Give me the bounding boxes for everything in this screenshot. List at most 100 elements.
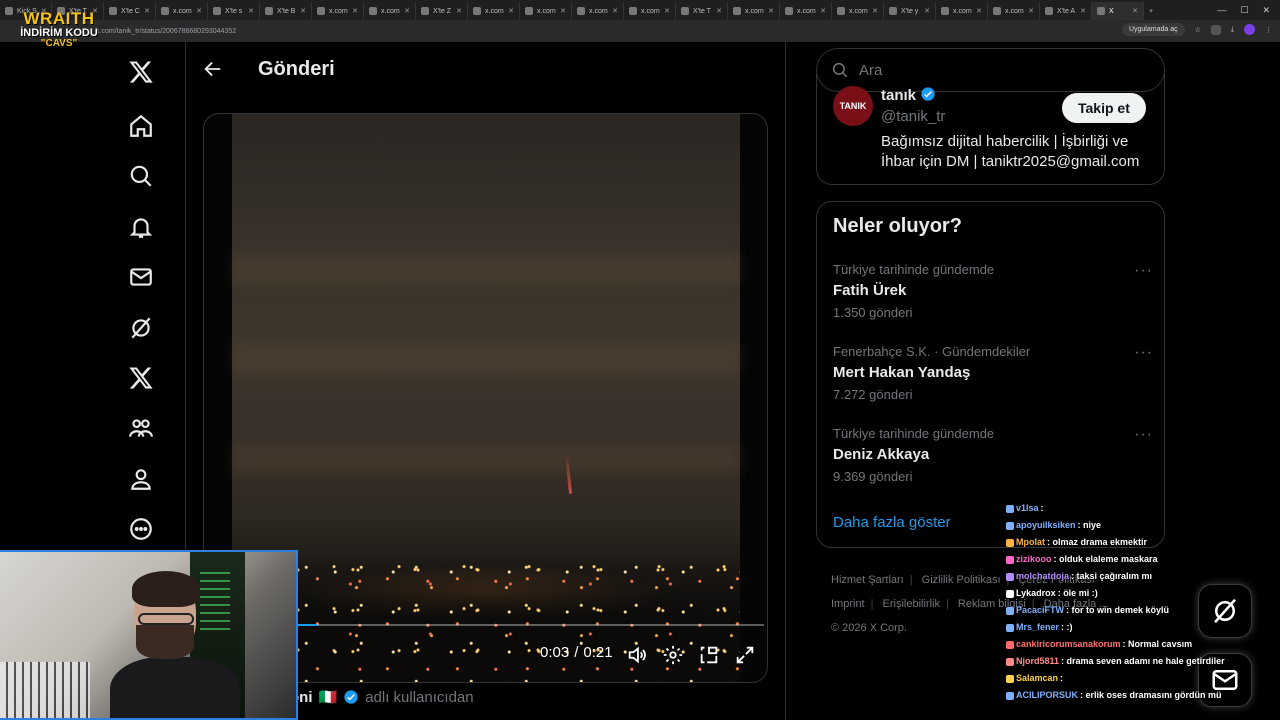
footer-link[interactable]: Hizmet Şartları — [831, 574, 904, 586]
close-window-icon[interactable]: ✕ — [1262, 5, 1270, 16]
back-arrow-icon[interactable] — [202, 58, 224, 80]
browser-tab[interactable]: x.com ✕ — [364, 2, 416, 20]
tab-close-icon[interactable]: ✕ — [248, 7, 254, 15]
volume-icon[interactable] — [626, 644, 648, 666]
post-author-flag: 🇮🇹 — [318, 689, 338, 706]
video-frame-image[interactable] — [232, 114, 740, 682]
picture-in-picture-icon[interactable] — [698, 644, 720, 666]
extension-icon[interactable] — [1210, 24, 1221, 35]
trend-item[interactable]: Türkiye tarihinde gündemde Fatih Ürek 1.… — [833, 262, 1153, 320]
star-icon[interactable]: ☆ — [1195, 26, 1201, 34]
profile-avatar-icon[interactable] — [1244, 24, 1255, 35]
browser-tab[interactable]: x.com ✕ — [156, 2, 208, 20]
grok-icon[interactable] — [127, 314, 155, 342]
verified-badge-icon — [921, 87, 935, 101]
browser-tab[interactable]: x.com ✕ — [832, 2, 884, 20]
browser-tab[interactable]: x.com ✕ — [780, 2, 832, 20]
browser-tab[interactable]: X'te C ✕ — [104, 2, 156, 20]
browser-tab[interactable]: x.com ✕ — [312, 2, 364, 20]
chat-username[interactable]: zizikooo — [1016, 554, 1052, 564]
browser-tab[interactable]: X'te y ✕ — [884, 2, 936, 20]
tab-close-icon[interactable]: ✕ — [144, 7, 150, 15]
profile-person-icon[interactable] — [127, 465, 155, 493]
tab-close-icon[interactable]: ✕ — [196, 7, 202, 15]
tab-close-icon[interactable]: ✕ — [924, 7, 930, 15]
url-text[interactable]: x.com/tanik_tr/status/200678668029304435… — [96, 28, 236, 35]
trend-item[interactable]: Fenerbahçe S.K. · Gündemdekiler Mert Hak… — [833, 344, 1153, 402]
tab-close-icon[interactable]: ✕ — [820, 7, 826, 15]
chat-badge-icon — [1006, 640, 1014, 649]
chat-username[interactable]: cankiricorumsanakorum — [1016, 639, 1121, 649]
footer-link[interactable]: Imprint — [831, 598, 865, 610]
tab-close-icon[interactable]: ✕ — [1080, 7, 1086, 15]
follow-button[interactable]: Takip et — [1062, 93, 1146, 123]
browser-tab[interactable]: x.com ✕ — [520, 2, 572, 20]
tab-close-icon[interactable]: ✕ — [976, 7, 982, 15]
notifications-bell-icon[interactable] — [127, 213, 155, 241]
chat-username[interactable]: v1lsa — [1016, 503, 1039, 513]
browser-tab[interactable]: x.com ✕ — [936, 2, 988, 20]
tab-close-icon[interactable]: ✕ — [768, 7, 774, 15]
show-more-link[interactable]: Daha fazla göster — [833, 514, 951, 531]
x-logo-icon[interactable] — [127, 58, 155, 86]
chat-username[interactable]: PacaciFTW — [1016, 605, 1064, 615]
chat-username[interactable]: Mrs_fener — [1016, 622, 1059, 632]
browser-tab[interactable]: x.com ✕ — [988, 2, 1040, 20]
browser-tab[interactable]: X'te A ✕ — [1040, 2, 1092, 20]
tab-close-icon[interactable]: ✕ — [456, 7, 462, 15]
more-dots-icon[interactable]: ··· — [1134, 262, 1153, 280]
new-tab-icon[interactable]: + — [1144, 2, 1164, 20]
messages-envelope-icon[interactable] — [127, 263, 155, 291]
tab-close-icon[interactable]: ✕ — [352, 7, 358, 15]
menu-icon[interactable]: ⋮ — [1265, 26, 1272, 34]
browser-tab[interactable]: X'te B ✕ — [260, 2, 312, 20]
tab-close-icon[interactable]: ✕ — [1028, 7, 1034, 15]
tab-close-icon[interactable]: ✕ — [716, 7, 722, 15]
more-options-icon[interactable] — [127, 515, 155, 543]
tab-close-icon[interactable]: ✕ — [560, 7, 566, 15]
address-bar[interactable]: x.com/tanik_tr/status/200678668029304435… — [0, 20, 1280, 42]
footer-link[interactable]: Gizlilik Politikası — [922, 574, 1001, 586]
chat-badge-icon — [1006, 623, 1014, 632]
browser-tab[interactable]: x.com ✕ — [728, 2, 780, 20]
more-dots-icon[interactable]: ··· — [1134, 426, 1153, 444]
fullscreen-icon[interactable] — [734, 644, 756, 666]
more-dots-icon[interactable]: ··· — [1134, 344, 1153, 362]
maximize-icon[interactable]: ☐ — [1240, 5, 1248, 16]
browser-tab[interactable]: x.com ✕ — [468, 2, 520, 20]
profile-avatar[interactable]: TANIK — [833, 86, 873, 126]
premium-x-icon[interactable] — [127, 364, 155, 392]
browser-tab[interactable]: X'te T ✕ — [676, 2, 728, 20]
tab-close-icon[interactable]: ✕ — [300, 7, 306, 15]
communities-icon[interactable] — [127, 414, 155, 442]
tab-close-icon[interactable]: ✕ — [404, 7, 410, 15]
settings-gear-icon[interactable] — [662, 644, 684, 666]
chat-username[interactable]: ACILIPORSUK — [1016, 690, 1078, 700]
chat-username[interactable]: Mpolat — [1016, 537, 1045, 547]
browser-tab[interactable]: x.com ✕ — [572, 2, 624, 20]
open-in-app-button[interactable]: Uygulamada aç — [1121, 23, 1185, 36]
tab-close-icon[interactable]: ✕ — [1132, 7, 1138, 15]
profile-name[interactable]: tanık — [881, 86, 936, 104]
video-progress-bar[interactable] — [244, 624, 764, 626]
browser-tab[interactable]: X'te Z ✕ — [416, 2, 468, 20]
tab-close-icon[interactable]: ✕ — [664, 7, 670, 15]
minimize-icon[interactable]: — — [1217, 5, 1226, 15]
chat-username[interactable]: molchatdoja — [1016, 571, 1069, 581]
tab-close-icon[interactable]: ✕ — [872, 7, 878, 15]
chat-username[interactable]: Salamcan — [1016, 673, 1058, 683]
profile-handle[interactable]: @tanik_tr — [881, 108, 945, 125]
chat-username[interactable]: Njord5811 — [1016, 656, 1059, 666]
chat-username[interactable]: apoyuilksiken — [1016, 520, 1076, 530]
trend-item[interactable]: Türkiye tarihinde gündemde Deniz Akkaya … — [833, 426, 1153, 484]
browser-tab[interactable]: X'te s ✕ — [208, 2, 260, 20]
explore-search-icon[interactable] — [127, 162, 155, 190]
download-icon[interactable]: ⤓ — [1231, 26, 1234, 34]
browser-tab[interactable]: x.com ✕ — [624, 2, 676, 20]
browser-tab[interactable]: X ✕ — [1092, 2, 1144, 20]
home-icon[interactable] — [127, 112, 155, 140]
footer-link[interactable]: Erişilebilirlik — [883, 598, 940, 610]
tab-close-icon[interactable]: ✕ — [612, 7, 618, 15]
tab-close-icon[interactable]: ✕ — [508, 7, 514, 15]
chat-username[interactable]: Lykadrox — [1016, 588, 1056, 598]
